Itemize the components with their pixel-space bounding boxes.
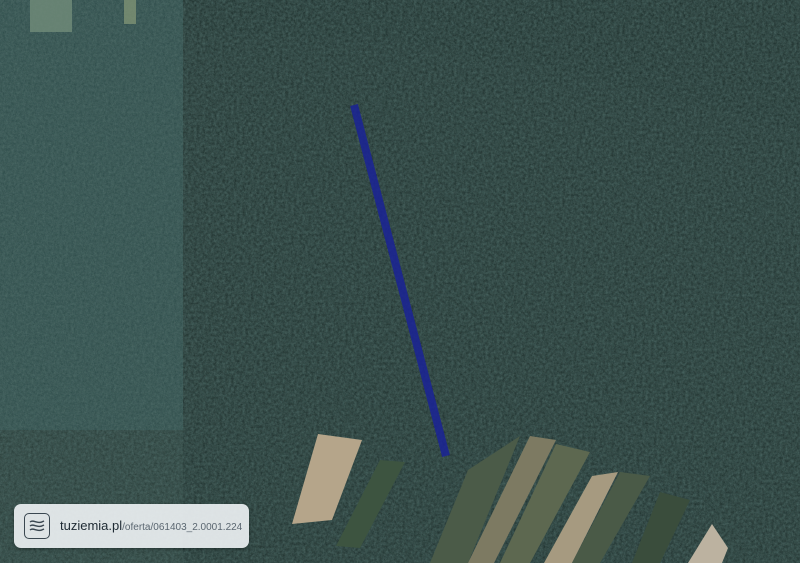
satellite-map[interactable] <box>0 0 800 563</box>
offer-path: /oferta/061403_2.0001.224 <box>122 522 243 533</box>
map-contour-icon <box>24 513 50 539</box>
site-name: tuziemia.pl <box>60 518 123 533</box>
clearing-top-left <box>30 0 72 32</box>
source-link[interactable]: tuziemia.pl/oferta/061403_2.0001.224 <box>60 517 242 535</box>
clearing-top-small <box>124 0 136 24</box>
source-badge[interactable]: tuziemia.pl/oferta/061403_2.0001.224 <box>14 504 249 548</box>
